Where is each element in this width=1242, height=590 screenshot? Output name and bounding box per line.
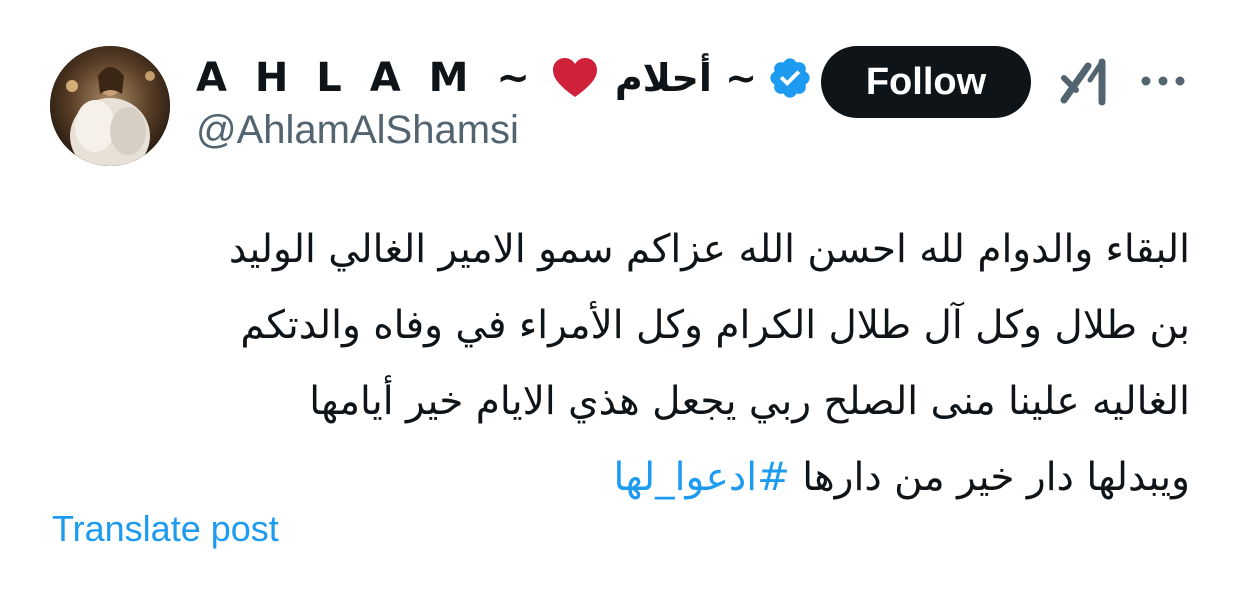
post-line: بن طلال وكل آل طلال الكرام وكل الأمراء ف… [240,303,1190,348]
post-line: البقاء والدوام لله احسن الله عزاكم سمو ا… [228,227,1190,272]
display-name-arabic[interactable]: ~ أحلام [615,56,757,100]
hashtag-link[interactable]: #ادعوا_لها [613,455,789,500]
grok-icon[interactable] [1058,56,1110,108]
heart-icon [551,57,599,99]
display-name-latin[interactable]: A H L A M ~ [196,55,537,101]
author-name-row[interactable]: A H L A M ~ ~ أحلام [196,50,813,106]
avatar-photo [50,46,170,166]
author-handle[interactable]: @AhlamAlShamsi [196,108,519,153]
post-line: الغاليه علينا منى الصلح ربي يجعل هذي الا… [309,379,1190,424]
more-options-icon[interactable] [1138,66,1188,96]
translate-post-link[interactable]: Translate post [52,508,279,550]
post-text: البقاء والدوام لله احسن الله عزاكم سمو ا… [60,212,1190,516]
avatar[interactable] [50,46,170,166]
post-last-line-text: ويبدلها دار خير من دارها [802,455,1190,500]
verified-badge-icon [767,55,813,101]
follow-button[interactable]: Follow [821,46,1031,118]
post-line-last: ويبدلها دار خير من دارها #ادعوا_لها [60,440,1190,516]
